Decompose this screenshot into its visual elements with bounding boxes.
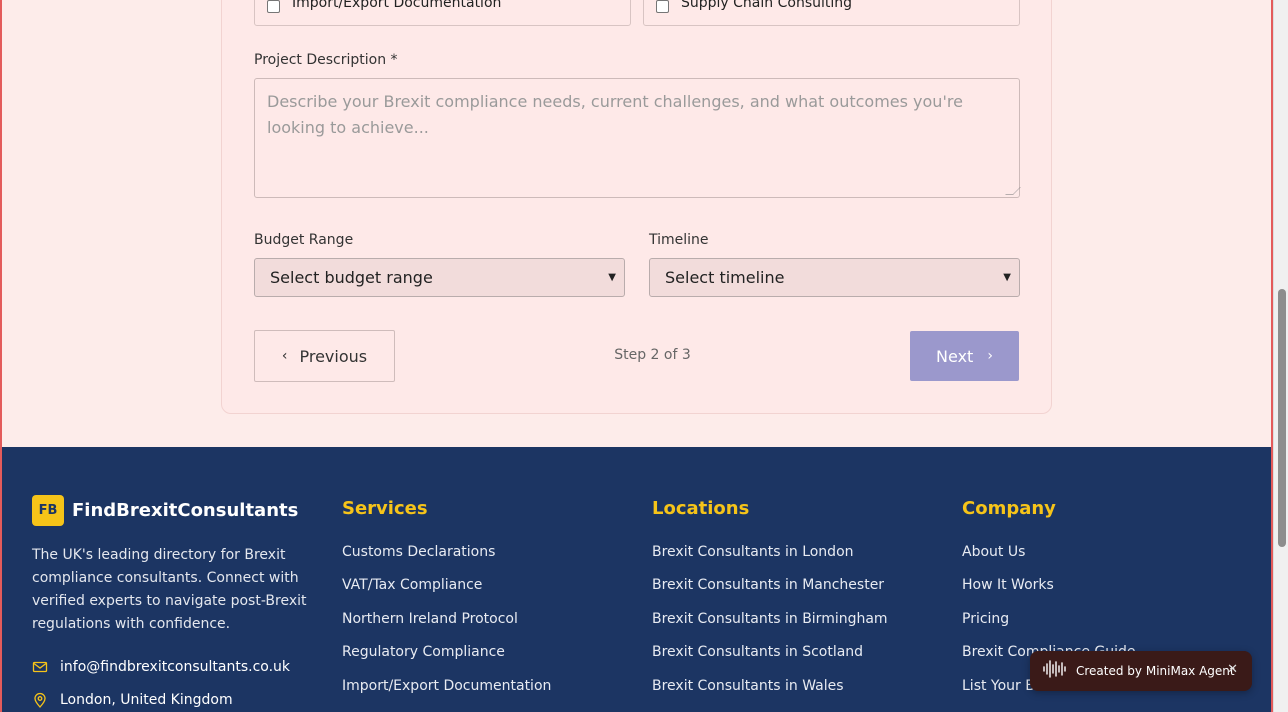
timeline-value: Select timeline [665,268,785,287]
chevron-down-icon: ▼ [608,272,616,283]
map-pin-icon [32,692,48,708]
project-description-textarea[interactable]: Describe your Brexit compliance needs, c… [254,78,1021,198]
resize-handle-icon[interactable] [1005,187,1021,195]
waveform-icon [1042,659,1068,683]
services-heading: Services [342,498,428,519]
brand-description: The UK's leading directory for Brexit co… [32,547,307,632]
footer-link-services[interactable]: Northern Ireland Protocol [342,611,518,627]
footer-link-locations[interactable]: Brexit Consultants in London [652,544,854,560]
footer-link-services[interactable]: Import/Export Documentation [342,678,551,694]
timeline-select[interactable]: Select timeline ▼ [649,258,1020,297]
chevron-down-icon: ▼ [1003,272,1011,283]
scrollbar[interactable] [1273,0,1288,712]
locations-heading: Locations [652,498,750,519]
checkbox[interactable] [656,0,669,13]
company-heading: Company [962,498,1056,519]
service-option-label: Import/Export Documentation [292,0,502,11]
step-indicator: Step 2 of 3 [614,347,691,363]
footer-link-services[interactable]: VAT/Tax Compliance [342,577,482,593]
footer-link-services[interactable]: Customs Declarations [342,544,495,560]
project-description-label: Project Description * [254,52,398,68]
footer-link-company[interactable]: Pricing [962,611,1009,627]
footer-link-locations[interactable]: Brexit Consultants in Wales [652,678,844,694]
mail-icon [32,659,48,675]
next-button[interactable]: Next › [910,331,1019,381]
service-option-supply-chain[interactable]: Supply Chain Consulting [643,0,1020,26]
service-option-label: Supply Chain Consulting [681,0,853,11]
budget-range-label: Budget Range [254,232,354,248]
previous-button-label: Previous [299,346,368,366]
close-icon[interactable]: ✕ [1227,662,1238,677]
footer-link-company[interactable]: About Us [962,544,1025,560]
checkbox[interactable] [267,0,280,13]
previous-button[interactable]: ‹ Previous [254,330,395,382]
footer-link-locations[interactable]: Brexit Consultants in Birmingham [652,611,888,627]
footer-link-locations[interactable]: Brexit Consultants in Scotland [652,644,863,660]
budget-range-value: Select budget range [270,268,433,287]
footer-link-locations[interactable]: Brexit Consultants in Manchester [652,577,884,593]
brand-name[interactable]: FindBrexitConsultants [72,500,298,521]
service-option-import-export[interactable]: Import/Export Documentation [254,0,631,26]
scrollbar-thumb[interactable] [1278,289,1286,547]
chevron-left-icon: ‹ [281,348,288,364]
footer-link-company[interactable]: How It Works [962,577,1054,593]
project-description-placeholder: Describe your Brexit compliance needs, c… [267,92,963,137]
chevron-right-icon: › [987,348,993,364]
next-button-label: Next [936,346,974,366]
brand-logo[interactable]: FB [32,495,64,526]
footer-link-services[interactable]: Regulatory Compliance [342,644,505,660]
contact-email-text: info@findbrexitconsultants.co.uk [60,659,291,675]
budget-range-select[interactable]: Select budget range ▼ [254,258,625,297]
minimax-agent-badge[interactable]: Created by MiniMax Agent ✕ [1030,651,1252,691]
timeline-label: Timeline [649,232,709,248]
minimax-agent-badge-text: Created by MiniMax Agent [1076,664,1235,678]
contact-location-text: London, United Kingdom [60,692,233,708]
footer-link-company[interactable]: List Your B [962,678,1035,694]
